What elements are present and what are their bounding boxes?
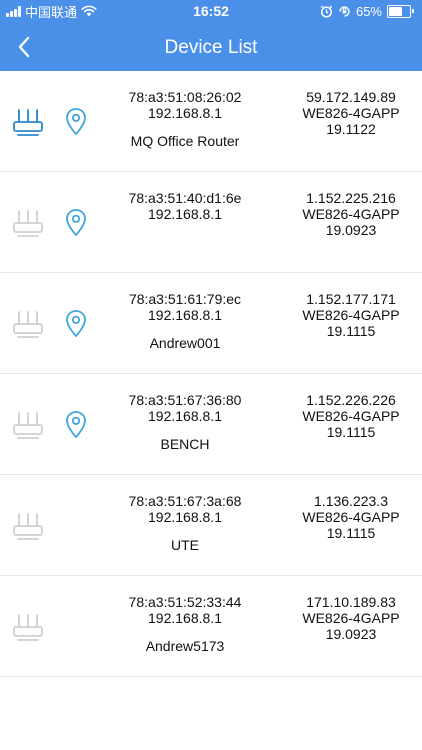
device-model: WE826-4GAPP [302,610,400,626]
device-details: 171.10.189.83 WE826-4GAPP 19.0923 [280,594,422,642]
device-info: 78:a3:51:52:33:44 192.168.8.1 Andrew5173 [100,594,270,654]
device-model: WE826-4GAPP [302,206,400,222]
location-pin-icon[interactable] [64,309,88,339]
device-details: 1.152.226.226 WE826-4GAPP 19.1115 [280,392,422,440]
device-model: WE826-4GAPP [302,509,400,525]
device-wan-ip: 1.152.225.216 [306,190,396,206]
device-model: WE826-4GAPP [302,307,400,323]
device-lan-ip: 192.168.8.1 [148,206,222,222]
device-wan-ip: 59.172.149.89 [306,89,396,105]
device-row[interactable]: 78:a3:51:61:79:ec 192.168.8.1 Andrew001 … [0,273,422,374]
device-row[interactable]: 78:a3:51:67:3a:68 192.168.8.1 UTE 1.136.… [0,475,422,576]
device-wan-ip: 171.10.189.83 [306,594,396,610]
battery-percent: 65% [355,3,382,19]
alarm-icon [320,4,333,18]
device-mac: 78:a3:51:08:26:02 [128,89,242,105]
device-list: 78:a3:51:08:26:02 192.168.8.1 MQ Office … [0,71,422,677]
device-details: 1.152.177.171 WE826-4GAPP 19.1115 [280,291,422,339]
app-header: 中国联通 16:52 65% Device List [0,0,422,71]
device-row[interactable]: 78:a3:51:52:33:44 192.168.8.1 Andrew5173… [0,576,422,677]
device-name: Andrew001 [149,335,221,351]
router-icon [13,109,43,136]
status-right: 65% [320,3,414,19]
device-info: 78:a3:51:67:3a:68 192.168.8.1 UTE [100,493,270,553]
device-wan-ip: 1.152.226.226 [306,392,396,408]
device-version: 19.1122 [326,121,376,137]
location-pin-icon[interactable] [64,410,88,440]
location-pin-icon[interactable] [64,107,88,137]
device-lan-ip: 192.168.8.1 [148,307,222,323]
device-details: 1.136.223.3 WE826-4GAPP 19.1115 [280,493,422,541]
device-mac: 78:a3:51:67:36:80 [128,392,242,408]
rotation-lock-icon [339,5,350,17]
device-version: 19.1115 [326,323,376,339]
router-icon [13,210,43,237]
router-icon [13,614,43,641]
device-info: 78:a3:51:61:79:ec 192.168.8.1 Andrew001 [100,291,270,351]
device-lan-ip: 192.168.8.1 [148,509,222,525]
device-mac: 78:a3:51:67:3a:68 [128,493,242,509]
device-lan-ip: 192.168.8.1 [148,610,222,626]
device-version: 19.1115 [326,525,376,541]
battery-icon [387,4,414,18]
device-lan-ip: 192.168.8.1 [148,105,222,121]
device-wan-ip: 1.152.177.171 [306,291,396,307]
device-wan-ip: 1.136.223.3 [314,493,388,509]
device-lan-ip: 192.168.8.1 [148,408,222,424]
page-title: Device List [164,37,258,58]
device-version: 19.1115 [326,424,376,440]
device-name: BENCH [160,436,210,452]
device-name: UTE [171,537,199,553]
device-model: WE826-4GAPP [302,105,400,121]
device-info: 78:a3:51:08:26:02 192.168.8.1 MQ Office … [100,89,270,149]
device-name: MQ Office Router [130,133,240,149]
router-icon [13,311,43,338]
status-bar: 中国联通 16:52 65% [0,0,422,22]
device-mac: 78:a3:51:52:33:44 [128,594,242,610]
router-icon [13,412,43,439]
device-row[interactable]: 78:a3:51:08:26:02 192.168.8.1 MQ Office … [0,71,422,172]
device-details: 59.172.149.89 WE826-4GAPP 19.1122 [280,89,422,137]
device-row[interactable]: 78:a3:51:40:d1:6e 192.168.8.1 1.152.225.… [0,172,422,273]
device-details: 1.152.225.216 WE826-4GAPP 19.0923 [280,190,422,238]
device-model: WE826-4GAPP [302,408,400,424]
device-version: 19.0923 [325,626,377,642]
device-row[interactable]: 78:a3:51:67:36:80 192.168.8.1 BENCH 1.15… [0,374,422,475]
device-mac: 78:a3:51:40:d1:6e [128,190,242,206]
device-name: Andrew5173 [145,638,225,654]
device-info: 78:a3:51:40:d1:6e 192.168.8.1 [100,190,270,222]
device-info: 78:a3:51:67:36:80 192.168.8.1 BENCH [100,392,270,452]
location-pin-icon[interactable] [64,208,88,238]
router-icon [13,513,43,540]
device-version: 19.0923 [325,222,377,238]
device-mac: 78:a3:51:61:79:ec [128,291,242,307]
